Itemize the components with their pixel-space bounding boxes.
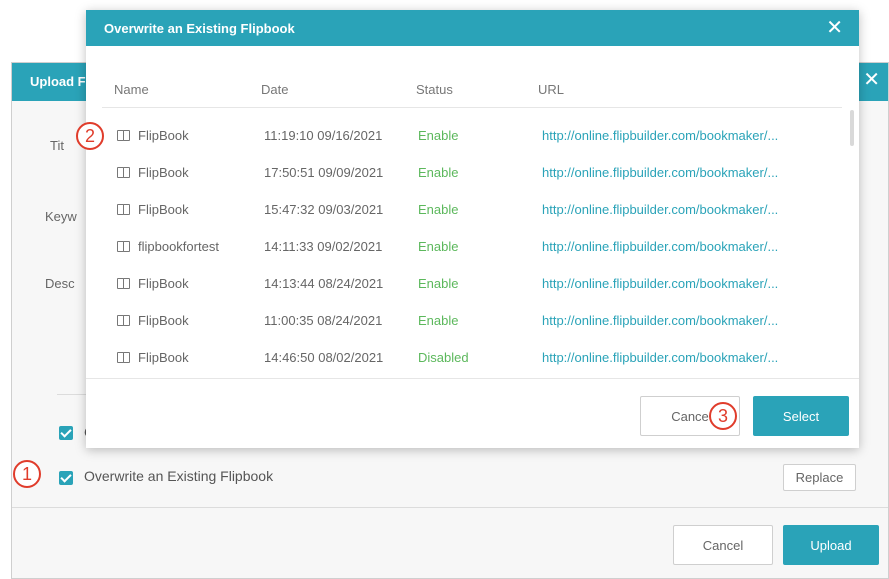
column-header-date: Date — [261, 82, 289, 97]
name-cell: flipbookfortest — [117, 239, 219, 254]
column-header-url: URL — [538, 82, 565, 97]
flipbook-name: FlipBook — [138, 128, 189, 143]
name-cell: FlipBook — [117, 202, 189, 217]
flipbook-name: FlipBook — [138, 313, 189, 328]
date-cell: 11:19:10 09/16/2021 — [264, 128, 383, 143]
status-cell: Enable — [418, 202, 459, 217]
url-link[interactable]: http://online.flipbuilder.com/bookmaker/… — [542, 128, 778, 143]
book-icon — [117, 352, 130, 363]
date-cell: 17:50:51 09/09/2021 — [264, 165, 384, 180]
upload-dialog-title: Upload F — [30, 74, 86, 89]
overwrite-checkbox[interactable] — [59, 471, 73, 485]
overwrite-modal-title: Overwrite an Existing Flipbook — [104, 21, 295, 36]
upload-dialog-close-icon[interactable]: ✕ — [863, 70, 880, 90]
date-cell: 14:13:44 08/24/2021 — [264, 276, 384, 291]
status-cell: Enable — [418, 276, 459, 291]
step-marker-2: 2 — [76, 122, 104, 150]
table-row[interactable]: FlipBook 15:47:32 09/03/2021 Enable http… — [86, 192, 846, 229]
book-icon — [117, 204, 130, 215]
overwrite-label: Overwrite an Existing Flipbook — [84, 468, 274, 484]
keywords-label: Keyw — [45, 209, 77, 224]
overwrite-modal: Overwrite an Existing Flipbook ✕ Name Da… — [86, 10, 859, 448]
book-icon — [117, 315, 130, 326]
url-link[interactable]: http://online.flipbuilder.com/bookmaker/… — [542, 202, 778, 217]
table-row[interactable]: FlipBook 17:50:51 09/09/2021 Enable http… — [86, 155, 846, 192]
status-cell: Enable — [418, 313, 459, 328]
table-scrollbar[interactable] — [850, 110, 854, 146]
status-cell: Enable — [418, 165, 459, 180]
upload-button[interactable]: Upload — [783, 525, 879, 565]
replace-button[interactable]: Replace — [783, 464, 856, 491]
url-link[interactable]: http://online.flipbuilder.com/bookmaker/… — [542, 165, 778, 180]
modal-footer-divider — [86, 378, 859, 379]
book-icon — [117, 278, 130, 289]
select-button[interactable]: Select — [753, 396, 849, 436]
url-link[interactable]: http://online.flipbuilder.com/bookmaker/… — [542, 350, 778, 365]
flipbook-name: FlipBook — [138, 350, 189, 365]
footer-divider — [12, 507, 888, 508]
name-cell: FlipBook — [117, 128, 189, 143]
flipbook-name: FlipBook — [138, 276, 189, 291]
table-row[interactable]: flipbookfortest 14:11:33 09/02/2021 Enab… — [86, 229, 846, 266]
title-label: Tit — [50, 138, 64, 153]
status-cell: Enable — [418, 128, 459, 143]
description-label: Desc — [45, 276, 75, 291]
table-row[interactable]: FlipBook 14:46:50 08/02/2021 Disabled ht… — [86, 340, 846, 377]
column-header-name: Name — [114, 82, 149, 97]
table-row[interactable]: FlipBook 11:00:35 08/24/2021 Enable http… — [86, 303, 846, 340]
table-row[interactable]: FlipBook 11:19:10 09/16/2021 Enable http… — [86, 118, 846, 155]
table-row[interactable]: FlipBook 14:13:44 08/24/2021 Enable http… — [86, 266, 846, 303]
date-cell: 11:00:35 08/24/2021 — [264, 313, 383, 328]
url-link[interactable]: http://online.flipbuilder.com/bookmaker/… — [542, 239, 778, 254]
date-cell: 14:46:50 08/02/2021 — [264, 350, 384, 365]
flipbook-name: FlipBook — [138, 202, 189, 217]
name-cell: FlipBook — [117, 313, 189, 328]
upload-cancel-button[interactable]: Cancel — [673, 525, 773, 565]
book-icon — [117, 241, 130, 252]
name-cell: FlipBook — [117, 276, 189, 291]
flipbook-name: FlipBook — [138, 165, 189, 180]
overwrite-modal-close-icon[interactable]: ✕ — [826, 18, 843, 38]
step-marker-1: 1 — [13, 460, 41, 488]
column-header-status: Status — [416, 82, 453, 97]
date-cell: 15:47:32 09/03/2021 — [264, 202, 384, 217]
book-icon — [117, 130, 130, 141]
status-cell: Enable — [418, 239, 459, 254]
overwrite-modal-header: Overwrite an Existing Flipbook ✕ — [86, 10, 859, 46]
header-divider — [102, 107, 842, 108]
option-checkbox[interactable] — [59, 426, 73, 440]
status-cell: Disabled — [418, 350, 469, 365]
book-icon — [117, 167, 130, 178]
url-link[interactable]: http://online.flipbuilder.com/bookmaker/… — [542, 276, 778, 291]
name-cell: FlipBook — [117, 165, 189, 180]
date-cell: 14:11:33 09/02/2021 — [264, 239, 383, 254]
name-cell: FlipBook — [117, 350, 189, 365]
step-marker-3: 3 — [709, 402, 737, 430]
flipbook-name: flipbookfortest — [138, 239, 219, 254]
url-link[interactable]: http://online.flipbuilder.com/bookmaker/… — [542, 313, 778, 328]
